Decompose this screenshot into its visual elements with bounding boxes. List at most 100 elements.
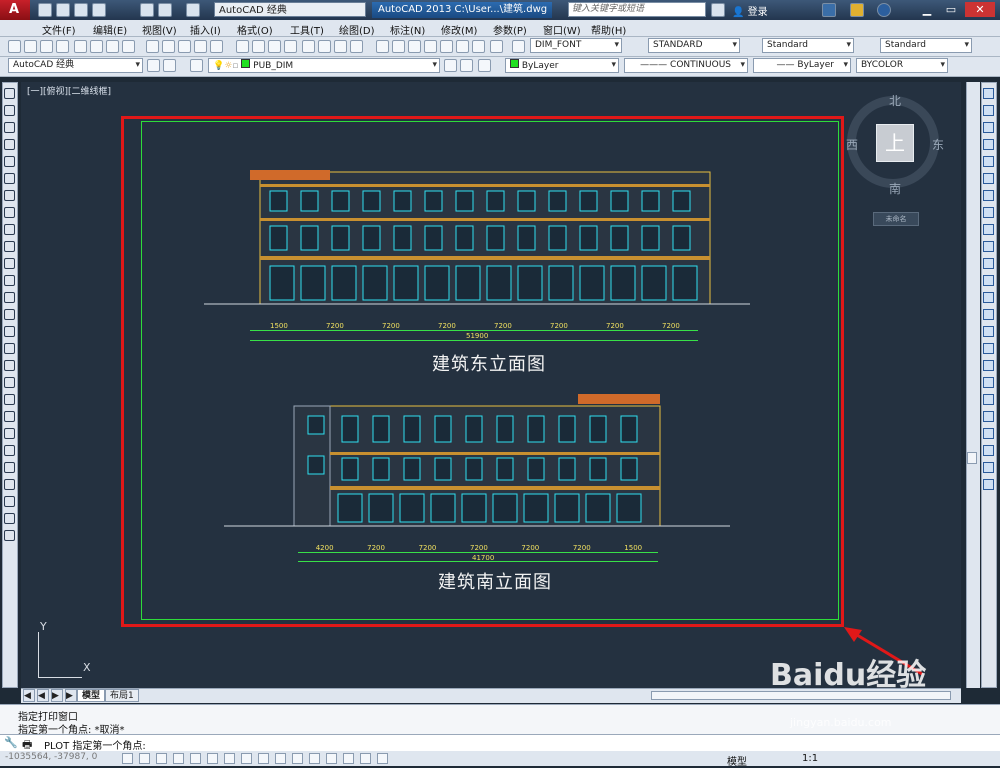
exchange-icon[interactable] xyxy=(822,3,836,17)
status-toggle-icon[interactable] xyxy=(224,753,235,764)
command-input-row[interactable]: 🔧 🖶 PLOT 指定第一个角点: xyxy=(0,734,1000,752)
toolbar-tool-icon[interactable] xyxy=(236,40,249,53)
toolbar-tool-icon[interactable] xyxy=(24,40,37,53)
tab-prev-icon[interactable]: ◀ xyxy=(37,689,49,702)
menu-modify[interactable]: 修改(M) xyxy=(441,22,477,37)
modify-tool-icon[interactable] xyxy=(983,411,994,422)
modify-tool-icon[interactable] xyxy=(983,377,994,388)
modify-tool-icon[interactable] xyxy=(983,428,994,439)
toolbar-tool-icon[interactable] xyxy=(472,40,485,53)
modify-tool-icon[interactable] xyxy=(983,139,994,150)
make-current-layer-icon[interactable] xyxy=(444,59,457,72)
modify-tool-icon[interactable] xyxy=(983,275,994,286)
status-toggle-icon[interactable] xyxy=(343,753,354,764)
tab-next-icon[interactable]: ▶ xyxy=(51,689,63,702)
favorites-icon[interactable] xyxy=(850,3,864,17)
toolbar-tool-icon[interactable] xyxy=(392,40,405,53)
draw-tool-icon[interactable] xyxy=(4,241,15,252)
draw-tool-icon[interactable] xyxy=(4,139,15,150)
workspace-settings-icon[interactable] xyxy=(147,59,160,72)
draw-tool-icon[interactable] xyxy=(4,326,15,337)
modify-tool-icon[interactable] xyxy=(983,224,994,235)
open-file-icon[interactable] xyxy=(56,3,70,17)
layer-previous-icon[interactable] xyxy=(460,59,473,72)
status-toggle-icon[interactable] xyxy=(207,753,218,764)
status-toggle-icon[interactable] xyxy=(292,753,303,764)
toolbar-tool-icon[interactable] xyxy=(40,40,53,53)
table-style-select[interactable]: Standard xyxy=(762,38,854,53)
toolbar-tool-icon[interactable] xyxy=(350,40,363,53)
draw-tool-icon[interactable] xyxy=(4,530,15,541)
draw-tool-icon[interactable] xyxy=(4,360,15,371)
status-toggle-icon[interactable] xyxy=(241,753,252,764)
draw-tool-icon[interactable] xyxy=(4,428,15,439)
workspace-select[interactable]: AutoCAD 经典 xyxy=(8,58,143,73)
draw-tool-icon[interactable] xyxy=(4,496,15,507)
draw-tool-icon[interactable] xyxy=(4,275,15,286)
status-toggle-icon[interactable] xyxy=(258,753,269,764)
undo-icon[interactable] xyxy=(158,3,172,17)
draw-tool-icon[interactable] xyxy=(4,105,15,116)
text-style-select[interactable]: DIM_FONT xyxy=(530,38,622,53)
compass-west[interactable]: 西 xyxy=(846,136,858,153)
draw-tool-icon[interactable] xyxy=(4,513,15,524)
layer-states-icon[interactable] xyxy=(478,59,491,72)
modify-tool-icon[interactable] xyxy=(983,360,994,371)
toolbar-tool-icon[interactable] xyxy=(490,40,503,53)
toolbar-tool-icon[interactable] xyxy=(440,40,453,53)
toolbar-tool-icon[interactable] xyxy=(90,40,103,53)
modify-tool-icon[interactable] xyxy=(983,207,994,218)
draw-tool-icon[interactable] xyxy=(4,309,15,320)
toolbar-tool-icon[interactable] xyxy=(424,40,437,53)
tab-first-icon[interactable]: ◀ xyxy=(23,689,35,702)
login-button[interactable]: 👤 登录 xyxy=(732,3,768,18)
status-toggle-icon[interactable] xyxy=(173,753,184,764)
modify-tool-icon[interactable] xyxy=(983,445,994,456)
layer-select[interactable]: 💡☼▫ PUB_DIM xyxy=(208,58,440,73)
command-prompt[interactable]: PLOT 指定第一个角点: xyxy=(44,737,146,752)
status-toggle-icon[interactable] xyxy=(139,753,150,764)
command-customize-icon[interactable]: 🔧 xyxy=(4,736,18,749)
close-window-button[interactable]: ✕ xyxy=(965,2,995,17)
toolbar-tool-icon[interactable] xyxy=(252,40,265,53)
menu-file[interactable]: 文件(F) xyxy=(42,22,76,37)
draw-tool-icon[interactable] xyxy=(4,190,15,201)
draw-tool-icon[interactable] xyxy=(4,343,15,354)
toolbar-tool-icon[interactable] xyxy=(8,40,21,53)
modify-tool-icon[interactable] xyxy=(983,105,994,116)
draw-tool-icon[interactable] xyxy=(4,445,15,456)
toolbar-tool-icon[interactable] xyxy=(56,40,69,53)
status-toggle-icon[interactable] xyxy=(156,753,167,764)
menu-edit[interactable]: 编辑(E) xyxy=(93,22,127,37)
toolbar-tool-icon[interactable] xyxy=(512,40,525,53)
draw-tool-icon[interactable] xyxy=(4,411,15,422)
status-toggle-icon[interactable] xyxy=(309,753,320,764)
linetype-select[interactable]: ——— CONTINUOUS xyxy=(624,58,748,73)
toolbar-tool-icon[interactable] xyxy=(284,40,297,53)
toolbar-tool-icon[interactable] xyxy=(210,40,223,53)
modify-tool-icon[interactable] xyxy=(983,241,994,252)
save-icon[interactable] xyxy=(74,3,88,17)
menu-view[interactable]: 视图(V) xyxy=(142,22,177,37)
menu-window[interactable]: 窗口(W) xyxy=(543,22,581,37)
save-workspace-icon[interactable] xyxy=(163,59,176,72)
annotation-scale[interactable]: 1:1 xyxy=(802,753,818,764)
compass-east[interactable]: 东 xyxy=(932,136,944,153)
compass-north[interactable]: 北 xyxy=(889,92,901,109)
dimension-style-select[interactable]: STANDARD xyxy=(648,38,740,53)
compass-south[interactable]: 南 xyxy=(889,180,901,197)
status-toggle-icon[interactable] xyxy=(377,753,388,764)
menu-dimension[interactable]: 标注(N) xyxy=(390,22,425,37)
toolbar-tool-icon[interactable] xyxy=(74,40,87,53)
color-select[interactable]: ByLayer xyxy=(505,58,619,73)
draw-tool-icon[interactable] xyxy=(4,173,15,184)
toolbar-tool-icon[interactable] xyxy=(376,40,389,53)
draw-tool-icon[interactable] xyxy=(4,88,15,99)
minimize-button[interactable]: ▁ xyxy=(918,2,936,17)
draw-tool-icon[interactable] xyxy=(4,479,15,490)
modify-tool-icon[interactable] xyxy=(983,394,994,405)
plot-icon[interactable] xyxy=(140,3,154,17)
modify-tool-icon[interactable] xyxy=(983,292,994,303)
lineweight-select[interactable]: —— ByLayer xyxy=(753,58,851,73)
toolbar-tool-icon[interactable] xyxy=(408,40,421,53)
